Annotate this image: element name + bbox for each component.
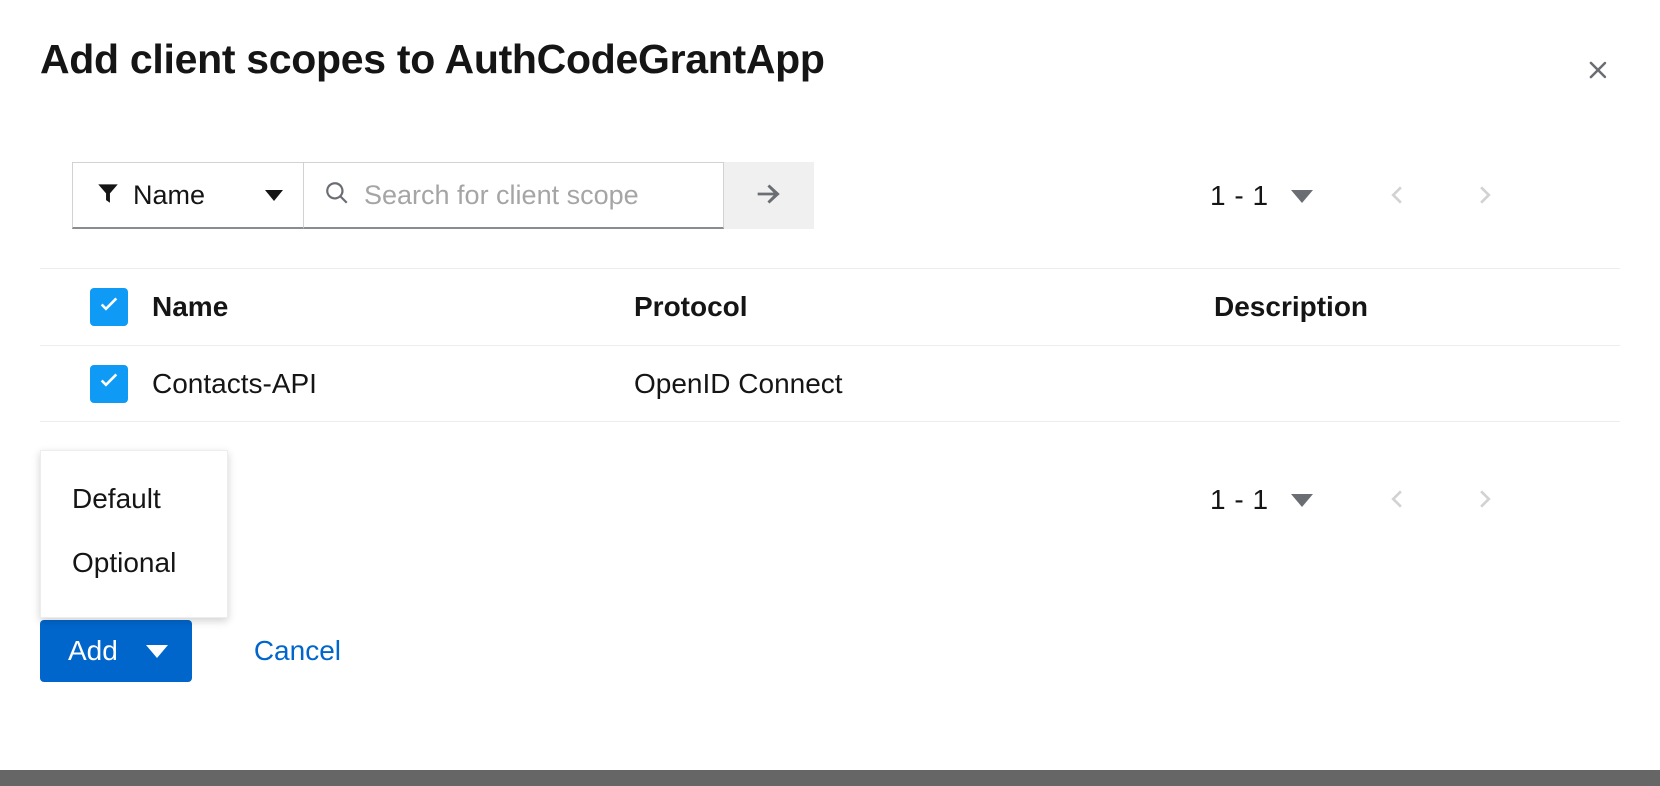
pagination-options-toggle-top[interactable]: [1290, 189, 1313, 203]
bottom-bar: [0, 770, 1660, 786]
column-header-protocol: Protocol: [634, 291, 748, 322]
column-header-name: Name: [152, 291, 229, 322]
cell-scope-name: Contacts-API: [152, 367, 317, 399]
pagination-prev-button-bottom[interactable]: [1365, 472, 1427, 528]
filter-funnel-icon: [95, 180, 121, 211]
add-client-scopes-modal: Add client scopes to AuthCodeGrantApp Na…: [0, 0, 1660, 770]
table-header-row: Name Protocol Description: [40, 268, 1620, 345]
dropdown-item-optional[interactable]: Optional: [41, 531, 227, 595]
pagination-next-button-bottom[interactable]: [1455, 472, 1517, 528]
column-header-description: Description: [1214, 291, 1369, 322]
cell-scope-protocol: OpenID Connect: [634, 367, 843, 399]
pagination-range-top: 1 - 1: [1210, 180, 1269, 211]
pagination-top: 1 - 1: [1210, 166, 1517, 226]
add-button-label: Add: [68, 635, 118, 666]
add-button[interactable]: Add: [40, 620, 192, 682]
client-scopes-table: Name Protocol Description Contacts-API O…: [40, 268, 1620, 422]
check-icon: [96, 292, 122, 323]
check-icon: [96, 368, 122, 399]
caret-down-icon: [145, 644, 168, 658]
filter-attribute-select[interactable]: Name: [72, 162, 304, 229]
dropdown-item-default[interactable]: Default: [41, 467, 227, 531]
modal-header: Add client scopes to AuthCodeGrantApp: [0, 0, 1660, 120]
pagination-bottom: 1 - 1: [1210, 470, 1517, 530]
chevron-right-icon: [1472, 181, 1500, 212]
close-icon: [1583, 55, 1613, 85]
close-button[interactable]: [1576, 48, 1620, 92]
select-all-cell: [40, 288, 152, 326]
chevron-right-icon: [1472, 485, 1500, 516]
cancel-button[interactable]: Cancel: [254, 635, 341, 667]
select-all-checkbox[interactable]: [90, 288, 128, 326]
arrow-right-icon: [752, 177, 786, 214]
search-submit-button[interactable]: [724, 162, 814, 229]
search-box: [304, 162, 724, 229]
modal-footer: Add Cancel: [40, 620, 341, 682]
table-row[interactable]: Contacts-API OpenID Connect: [40, 345, 1620, 422]
pagination-prev-button-top[interactable]: [1365, 168, 1427, 224]
add-dropdown-menu: Default Optional: [40, 450, 228, 618]
pagination-range-bottom: 1 - 1: [1210, 484, 1269, 515]
chevron-left-icon: [1382, 181, 1410, 212]
search-icon: [324, 180, 350, 211]
pagination-next-button-top[interactable]: [1455, 168, 1517, 224]
chevron-down-icon: [265, 189, 283, 201]
filter-search-group: Name: [72, 162, 814, 229]
row-checkbox[interactable]: [90, 364, 128, 403]
row-select-cell: [40, 364, 152, 403]
pagination-options-toggle-bottom[interactable]: [1290, 493, 1313, 507]
chevron-left-icon: [1382, 485, 1410, 516]
page-title: Add client scopes to AuthCodeGrantApp: [40, 36, 825, 82]
search-input[interactable]: [364, 179, 705, 211]
filter-attribute-label: Name: [133, 179, 206, 210]
